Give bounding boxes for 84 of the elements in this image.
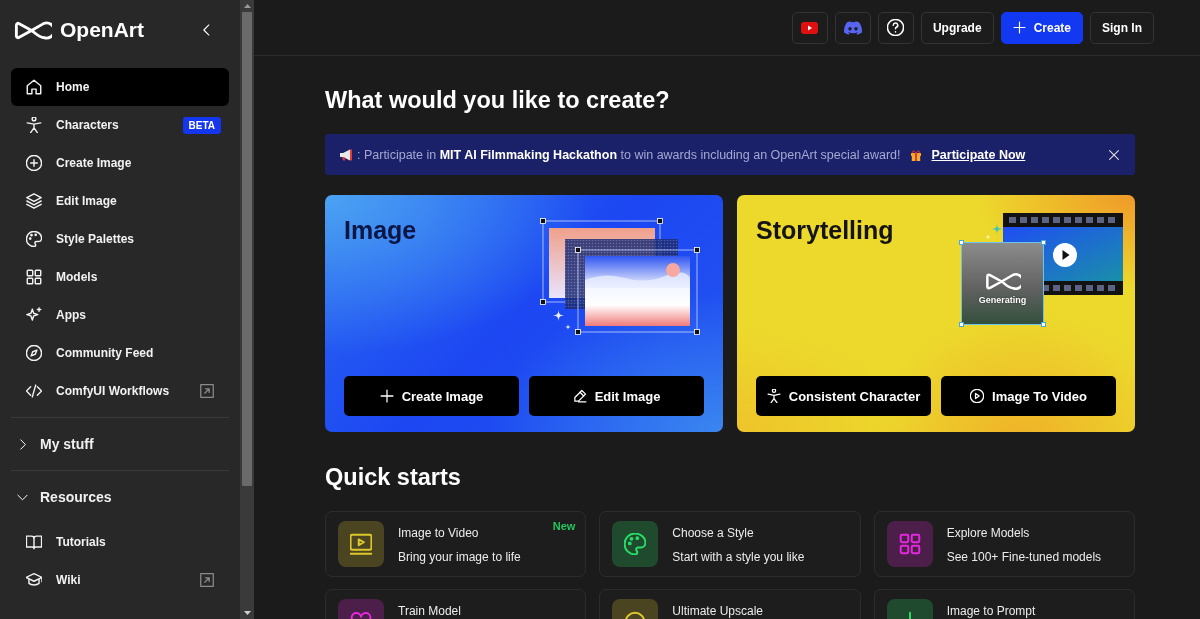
participate-link[interactable]: Participate Now — [931, 147, 1026, 162]
nav-item[interactable]: Models — [11, 258, 229, 296]
quick-start-card[interactable]: Ultimate Upscale — [599, 589, 861, 619]
book-icon — [26, 534, 42, 550]
layers-icon — [26, 193, 42, 209]
megaphone-icon — [339, 148, 353, 161]
nav-item[interactable]: Edit Image — [11, 182, 229, 220]
play-icon — [801, 21, 819, 34]
community-chat-button[interactable] — [834, 11, 871, 44]
card-heading: Image — [344, 215, 417, 246]
video-channel-button[interactable] — [791, 11, 828, 44]
nav-item[interactable]: Create Image — [11, 144, 229, 182]
help-button[interactable] — [877, 11, 914, 44]
scrollbar[interactable] — [240, 0, 254, 619]
action-button[interactable]: Consistent Character — [756, 376, 931, 416]
logo-text: OpenArt — [60, 18, 144, 42]
help-icon — [887, 19, 905, 36]
scrollbar-thumb[interactable] — [242, 12, 252, 486]
section-toggle[interactable]: My stuff — [0, 425, 94, 463]
card-title: Explore Models — [946, 525, 1030, 541]
card-description: Bring your image to life — [398, 549, 521, 565]
play-icon — [1053, 243, 1077, 267]
sparkle-icon — [553, 310, 564, 321]
quick-start-card[interactable]: Image to Video Bring your image to life New — [325, 511, 587, 577]
resize-handle — [959, 240, 964, 245]
chevron-right-icon — [17, 438, 28, 450]
card-description: Start with a style you like — [672, 549, 805, 565]
nav-item[interactable]: ComfyUI Workflows — [11, 372, 229, 410]
section-heading: Quick starts — [325, 463, 461, 492]
status-label: Generating — [978, 295, 1027, 306]
plus-icon — [1012, 21, 1026, 34]
compass-icon — [26, 345, 42, 361]
toolbar-button[interactable]: Upgrade — [920, 11, 994, 44]
close-button[interactable] — [1108, 148, 1120, 161]
scroll-up-icon[interactable] — [243, 4, 251, 8]
palette-icon — [26, 231, 42, 247]
person-icon — [26, 117, 42, 133]
home-icon — [26, 79, 42, 95]
nav-item[interactable]: Home — [11, 68, 229, 106]
announcement-text: : Participate in MIT AI Filmmaking Hackathon to win awards including an OpenArt special award! — [357, 147, 901, 162]
nav-item[interactable]: Apps — [11, 296, 229, 334]
sparkles-icon — [26, 307, 42, 323]
action-button[interactable]: Edit Image — [529, 376, 704, 416]
toolbar-button[interactable]: Sign In — [1090, 11, 1154, 44]
card-title: Train Model — [398, 603, 461, 619]
sparkle-icon — [565, 324, 571, 330]
nav-item[interactable]: Tutorials — [11, 523, 229, 561]
plus-circle-icon — [26, 155, 42, 171]
person-icon — [766, 389, 781, 403]
status-badge: BETA — [182, 116, 221, 134]
card-title: Choose a Style — [672, 525, 754, 541]
card-title: Ultimate Upscale — [672, 603, 764, 619]
card-description: See 100+ Fine-tuned models — [946, 549, 1102, 565]
toolbar-button[interactable]: Create — [1000, 11, 1083, 44]
code-icon — [26, 383, 42, 399]
quick-start-card[interactable]: Train Model — [325, 589, 587, 619]
page-heading: What would you like to create? — [325, 86, 670, 115]
scroll-down-icon[interactable] — [243, 611, 251, 615]
quick-start-card[interactable]: Image to Prompt — [873, 589, 1135, 619]
quick-start-card[interactable]: Explore Models See 100+ Fine-tuned models — [873, 511, 1135, 577]
section-toggle[interactable]: Resources — [0, 478, 112, 516]
nav-item[interactable]: Characters BETA — [11, 106, 229, 144]
action-button[interactable]: Create Image — [344, 376, 519, 416]
new-label: New — [552, 520, 576, 533]
action-button[interactable]: Image To Video — [941, 376, 1116, 416]
plus-icon — [379, 389, 394, 403]
logo-icon — [14, 19, 52, 41]
game-controller-icon — [843, 20, 862, 35]
card-title: Image to Prompt — [946, 603, 1036, 619]
card-title: Image to Video — [398, 525, 479, 541]
nav-item[interactable]: Style Palettes — [11, 220, 229, 258]
nav-item[interactable]: Community Feed — [11, 334, 229, 372]
close-icon — [1108, 148, 1120, 161]
grid-icon — [26, 269, 42, 285]
graduation-cap-icon — [26, 572, 42, 588]
nav-item[interactable]: Wiki — [11, 561, 229, 599]
infinity-icon — [984, 273, 1021, 290]
resize-handle — [959, 322, 964, 327]
resize-handle — [1041, 322, 1046, 327]
resize-handle — [1041, 240, 1046, 245]
gift-icon — [909, 148, 922, 161]
quick-start-card[interactable]: Choose a Style Start with a style you like — [599, 511, 861, 577]
pencil-icon — [572, 389, 587, 403]
card-heading: Storytelling — [756, 215, 894, 246]
